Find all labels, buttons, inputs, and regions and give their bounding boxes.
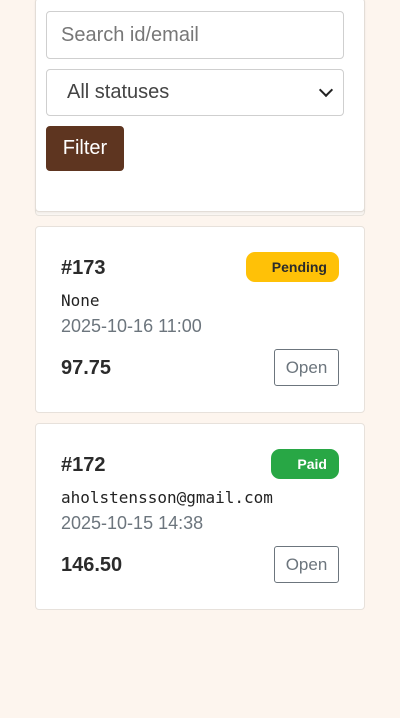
order-date: 2025-10-16 11:00 bbox=[61, 316, 202, 336]
search-input[interactable] bbox=[46, 11, 344, 59]
filter-panel: All statuses Filter bbox=[35, 0, 365, 212]
open-button[interactable]: Open bbox=[274, 546, 339, 583]
order-email: None bbox=[61, 291, 100, 310]
order-amount: 146.50 bbox=[61, 554, 123, 576]
order-email: aholstensson@gmail.com bbox=[61, 488, 273, 507]
order-card: #173 Pending None 2025-10-16 11:00 97.75… bbox=[35, 226, 365, 413]
open-button[interactable]: Open bbox=[274, 349, 339, 386]
order-id: #173 bbox=[61, 257, 106, 279]
order-card: #172 Paid aholstensson@gmail.com 2025-10… bbox=[35, 423, 365, 610]
status-badge: Pending bbox=[245, 252, 339, 282]
order-id: #172 bbox=[61, 454, 106, 476]
status-select[interactable]: All statuses bbox=[46, 69, 344, 116]
status-badge: Paid bbox=[271, 449, 339, 479]
filter-button[interactable]: Filter bbox=[46, 126, 124, 171]
order-amount: 97.75 bbox=[61, 357, 112, 379]
status-select-value: All statuses bbox=[67, 81, 170, 103]
order-date: 2025-10-15 14:38 bbox=[61, 513, 204, 533]
chevron-down-icon bbox=[318, 82, 334, 97]
